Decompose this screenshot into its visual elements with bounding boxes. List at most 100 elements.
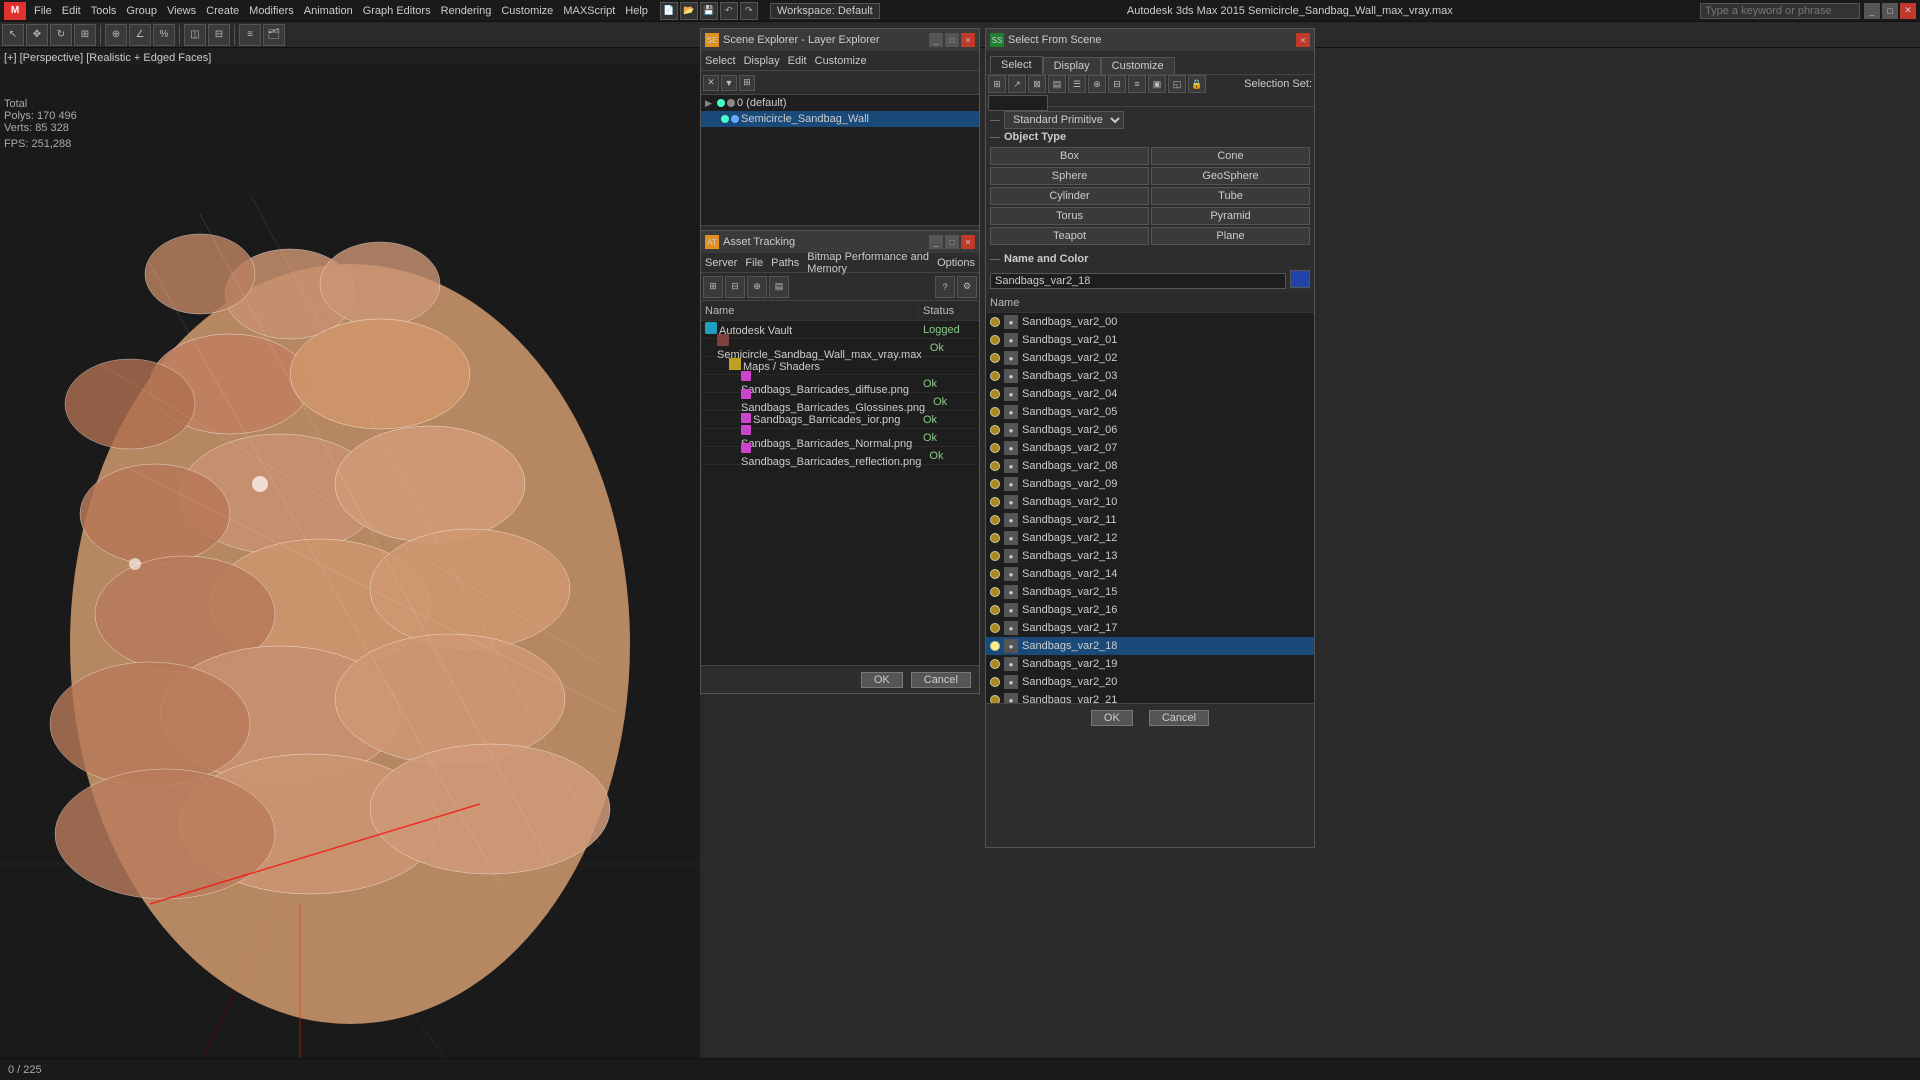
- workspace-selector[interactable]: Workspace: Default: [770, 3, 880, 19]
- open-icon[interactable]: 📂: [680, 2, 698, 20]
- obj-row-8[interactable]: ●Sandbags_var2_08: [986, 457, 1314, 475]
- obj-type-torus[interactable]: Torus: [990, 207, 1149, 225]
- at-minimize[interactable]: _: [929, 235, 943, 249]
- at-restore[interactable]: □: [945, 235, 959, 249]
- ss-tb-8[interactable]: ≡: [1128, 75, 1146, 93]
- obj-row-15[interactable]: ●Sandbags_var2_15: [986, 583, 1314, 601]
- se-menu-edit[interactable]: Edit: [788, 55, 807, 67]
- asset-row-reflection[interactable]: Sandbags_Barricades_reflection.png Ok: [701, 447, 979, 465]
- obj-row-7[interactable]: ●Sandbags_var2_07: [986, 439, 1314, 457]
- menu-modifiers[interactable]: Modifiers: [245, 4, 298, 18]
- obj-type-teapot[interactable]: Teapot: [990, 227, 1149, 245]
- obj-type-pyramid[interactable]: Pyramid: [1151, 207, 1310, 225]
- se-menu-display[interactable]: Display: [744, 55, 780, 67]
- menu-help[interactable]: Help: [621, 4, 652, 18]
- align-tool[interactable]: ⊟: [208, 24, 230, 46]
- obj-row-16[interactable]: ●Sandbags_var2_16: [986, 601, 1314, 619]
- scene-explorer-btn[interactable]: 🗂: [263, 24, 285, 46]
- ss-tb-10[interactable]: ◱: [1168, 75, 1186, 93]
- minimize-button[interactable]: _: [1864, 3, 1880, 19]
- ss-tb-9[interactable]: ▣: [1148, 75, 1166, 93]
- maximize-button[interactable]: □: [1882, 3, 1898, 19]
- scene-explorer-minimize[interactable]: _: [929, 33, 943, 47]
- menu-tools[interactable]: Tools: [87, 4, 121, 18]
- se-view-btn[interactable]: ⊞: [739, 75, 755, 91]
- tab-display[interactable]: Display: [1043, 57, 1101, 74]
- obj-row-5[interactable]: ●Sandbags_var2_05: [986, 403, 1314, 421]
- layer-sandbag-wall[interactable]: Semicircle_Sandbag_Wall: [701, 111, 979, 127]
- asset-row-glossines[interactable]: Sandbags_Barricades_Glossines.png Ok: [701, 393, 979, 411]
- undo-icon[interactable]: ↶: [720, 2, 738, 20]
- obj-row-2[interactable]: ●Sandbags_var2_02: [986, 349, 1314, 367]
- menu-graph-editors[interactable]: Graph Editors: [359, 4, 435, 18]
- collapse-icon[interactable]: —: [990, 115, 1000, 126]
- new-icon[interactable]: 📄: [660, 2, 678, 20]
- at-help[interactable]: ?: [935, 276, 955, 298]
- search-input[interactable]: [1700, 3, 1860, 19]
- ss-tb-4[interactable]: ▤: [1048, 75, 1066, 93]
- se-new-btn[interactable]: ✕: [703, 75, 719, 91]
- at-menu-bitmap[interactable]: Bitmap Performance and Memory: [807, 251, 929, 275]
- ss-tb-11[interactable]: 🔒: [1188, 75, 1206, 93]
- layer-toggle[interactable]: ▶: [705, 98, 715, 109]
- obj-row-4[interactable]: ●Sandbags_var2_04: [986, 385, 1314, 403]
- at-menu-options[interactable]: Options: [937, 257, 975, 269]
- menu-create[interactable]: Create: [202, 4, 243, 18]
- obj-row-17[interactable]: ●Sandbags_var2_17: [986, 619, 1314, 637]
- select-tool[interactable]: ↖: [2, 24, 24, 46]
- obj-row-11[interactable]: ●Sandbags_var2_11: [986, 511, 1314, 529]
- select-scene-close[interactable]: ✕: [1296, 33, 1310, 47]
- asset-row-max[interactable]: Semicircle_Sandbag_Wall_max_vray.max Ok: [701, 339, 979, 357]
- ss-tb-7[interactable]: ⊟: [1108, 75, 1126, 93]
- name-input[interactable]: [990, 273, 1286, 289]
- ss-tb-1[interactable]: ⊞: [988, 75, 1006, 93]
- rotate-tool[interactable]: ↻: [50, 24, 72, 46]
- obj-row-10[interactable]: ●Sandbags_var2_10: [986, 493, 1314, 511]
- object-list[interactable]: ●Sandbags_var2_00 ●Sandbags_var2_01 ●San…: [986, 313, 1314, 703]
- ss-tb-5[interactable]: ☰: [1068, 75, 1086, 93]
- layer-default[interactable]: ▶ 0 (default): [701, 95, 979, 111]
- se-menu-select[interactable]: Select: [705, 55, 736, 67]
- tab-select[interactable]: Select: [990, 56, 1043, 74]
- at-options[interactable]: ⚙: [957, 276, 977, 298]
- select-scene-cancel[interactable]: Cancel: [1149, 710, 1209, 726]
- selection-set-input[interactable]: [988, 95, 1048, 111]
- scale-tool[interactable]: ⊞: [74, 24, 96, 46]
- menu-maxscript[interactable]: MAXScript: [559, 4, 619, 18]
- percent-snap[interactable]: %: [153, 24, 175, 46]
- at-tb-2[interactable]: ⊟: [725, 276, 745, 298]
- at-menu-paths[interactable]: Paths: [771, 257, 799, 269]
- menu-file[interactable]: File: [30, 4, 56, 18]
- obj-row-21[interactable]: ●Sandbags_var2_21: [986, 691, 1314, 703]
- se-menu-customize[interactable]: Customize: [815, 55, 867, 67]
- menu-group[interactable]: Group: [122, 4, 161, 18]
- menu-animation[interactable]: Animation: [300, 4, 357, 18]
- at-cancel-button[interactable]: Cancel: [911, 672, 971, 688]
- angle-snap[interactable]: ∠: [129, 24, 151, 46]
- select-scene-ok[interactable]: OK: [1091, 710, 1133, 726]
- name-color-collapse[interactable]: —: [990, 254, 1000, 265]
- obj-type-sphere[interactable]: Sphere: [990, 167, 1149, 185]
- obj-type-geosphere[interactable]: GeoSphere: [1151, 167, 1310, 185]
- at-ok-button[interactable]: OK: [861, 672, 903, 688]
- obj-type-plane[interactable]: Plane: [1151, 227, 1310, 245]
- menu-customize[interactable]: Customize: [497, 4, 557, 18]
- redo-icon[interactable]: ↷: [740, 2, 758, 20]
- obj-type-cone[interactable]: Cone: [1151, 147, 1310, 165]
- primitive-dropdown[interactable]: Standard Primitives: [1004, 111, 1124, 129]
- obj-type-cylinder[interactable]: Cylinder: [990, 187, 1149, 205]
- obj-type-collapse[interactable]: —: [990, 132, 1000, 143]
- at-tb-1[interactable]: ⊞: [703, 276, 723, 298]
- at-menu-server[interactable]: Server: [705, 257, 737, 269]
- obj-row-18[interactable]: ●Sandbags_var2_18: [986, 637, 1314, 655]
- obj-row-9[interactable]: ●Sandbags_var2_09: [986, 475, 1314, 493]
- scene-explorer-close[interactable]: ✕: [961, 33, 975, 47]
- at-tb-4[interactable]: ▤: [769, 276, 789, 298]
- obj-type-tube[interactable]: Tube: [1151, 187, 1310, 205]
- obj-row-1[interactable]: ●Sandbags_var2_01: [986, 331, 1314, 349]
- scene-explorer-restore[interactable]: □: [945, 33, 959, 47]
- ss-tb-2[interactable]: ↗: [1008, 75, 1026, 93]
- ss-tb-3[interactable]: ⊠: [1028, 75, 1046, 93]
- save-icon[interactable]: 💾: [700, 2, 718, 20]
- obj-row-12[interactable]: ●Sandbags_var2_12: [986, 529, 1314, 547]
